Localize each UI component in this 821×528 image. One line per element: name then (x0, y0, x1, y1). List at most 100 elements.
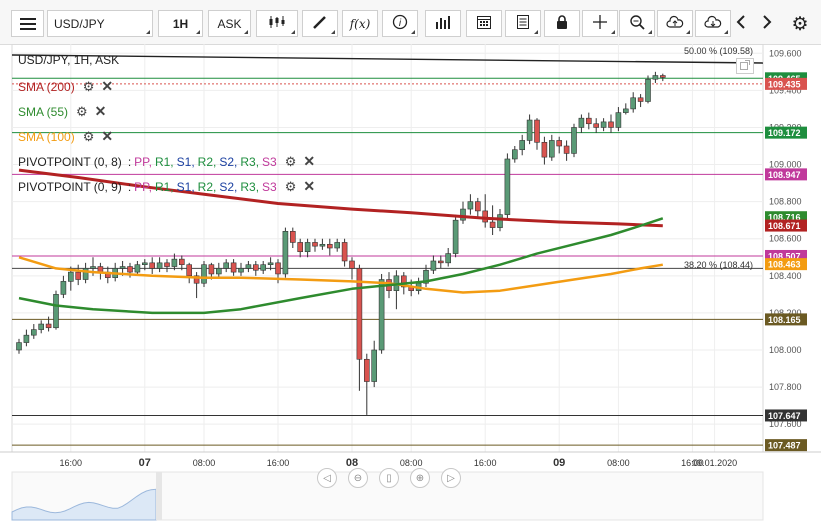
expand-button[interactable] (736, 58, 754, 74)
bull-candle (467, 201, 474, 210)
chart-area[interactable]: 109.600109.400109.200109.000108.800108.6… (0, 43, 821, 523)
crosshair-button[interactable] (582, 10, 618, 37)
menu-icon (19, 15, 36, 33)
settings-button[interactable]: ⚙ (789, 12, 811, 36)
bull-candle (430, 260, 437, 271)
bear-candle (75, 271, 81, 280)
bear-candle (534, 119, 540, 143)
pivot2-sep: : (127, 179, 132, 194)
reset-icon: ▯ (386, 472, 392, 484)
pivot2-r2: R2, (197, 179, 217, 194)
pivot1-sep: : (127, 154, 132, 169)
bear-candle (179, 258, 185, 265)
price-chart[interactable]: 109.600109.400109.200109.000108.800108.6… (0, 43, 821, 523)
pivot1-r3: R3, (240, 154, 260, 169)
chart-type-button[interactable] (256, 10, 298, 37)
scroll-left-button[interactable] (732, 12, 750, 36)
zoom-out-icon: ⊖ (353, 472, 363, 484)
bear-candle (164, 262, 170, 267)
gear-icon[interactable]: ⚙ (285, 154, 297, 170)
reset-view-button[interactable]: ▯ (379, 468, 399, 488)
bull-candle (497, 214, 503, 228)
bull-candle (53, 294, 59, 329)
bull-candle (519, 140, 526, 151)
bear-candle (637, 97, 644, 102)
chevron-left-icon (736, 14, 746, 35)
bull-candle (504, 158, 511, 215)
close-icon[interactable]: ✕ (101, 78, 113, 95)
upload-cloud-icon (666, 14, 684, 33)
bull-candle (578, 117, 585, 128)
function-icon: f(x) (349, 16, 371, 31)
timeframe-selector[interactable]: 1H (158, 10, 203, 37)
draw-tool-button[interactable] (302, 10, 338, 37)
zoom-in-button[interactable]: ⊕ (410, 468, 430, 488)
nav-prev-button[interactable]: ◁ (317, 468, 337, 488)
gear-icon[interactable]: ⚙ (83, 129, 95, 145)
scroll-right-button[interactable] (758, 12, 776, 36)
bear-candle (230, 262, 237, 273)
navigator-handle (156, 472, 162, 520)
chevron-right-icon (762, 14, 772, 35)
x-tick-label: 08:00 (607, 458, 630, 468)
bull-candle (171, 258, 178, 267)
bull-candle (23, 334, 30, 343)
bull-candle (304, 242, 311, 253)
load-cloud-button[interactable] (695, 10, 731, 37)
bull-candle (548, 140, 555, 158)
pivot2-name: PIVOTPOINT (0, 9) (18, 179, 122, 194)
pivot1-r1: R1, (154, 154, 174, 169)
bull-candle (216, 268, 222, 275)
price-tag-label: 108.165 (768, 315, 801, 325)
bear-candle (482, 210, 489, 223)
volume-button[interactable] (425, 10, 461, 37)
bull-candle (201, 264, 207, 284)
download-cloud-icon (704, 14, 722, 33)
y-tick-label: 107.800 (769, 382, 802, 392)
legend-pivot1[interactable]: PIVOTPOINT (0, 8) : PP, R1, S1, R2, S2, … (18, 153, 315, 170)
zoom-out-button[interactable]: ⊖ (348, 468, 368, 488)
bull-candle (119, 266, 126, 269)
zoom-in-icon: ⊕ (415, 472, 425, 484)
bull-candle (645, 78, 651, 102)
bear-candle (585, 117, 592, 125)
legend-sma100[interactable]: SMA (100) ⚙ ✕ (18, 128, 113, 145)
indicators-button[interactable]: f(x) (342, 10, 378, 37)
pivot1-name: PIVOTPOINT (0, 8) (18, 154, 122, 169)
close-icon[interactable]: ✕ (101, 128, 113, 145)
pivot2-pp: PP, (134, 179, 152, 194)
zoom-button[interactable] (619, 10, 655, 37)
bull-candle (30, 329, 37, 336)
save-cloud-button[interactable] (657, 10, 693, 37)
legend-sma55[interactable]: SMA (55) ⚙ ✕ (18, 103, 106, 120)
draw-pen-icon (312, 14, 328, 33)
price-type-selector[interactable]: ASK (208, 10, 251, 37)
bear-candle (556, 140, 563, 147)
bear-candle (541, 141, 548, 158)
gear-icon[interactable]: ⚙ (83, 79, 95, 95)
x-tick-label: 07 (139, 457, 151, 469)
close-icon[interactable]: ✕ (303, 178, 315, 195)
bull-candle (526, 119, 533, 141)
legend-pivot2[interactable]: PIVOTPOINT (0, 9) : PP, R1, S1, R2, S2, … (18, 178, 315, 195)
bear-candle (127, 266, 133, 273)
close-icon[interactable]: ✕ (303, 153, 315, 170)
triangle-right-icon: ▷ (447, 472, 455, 484)
bear-candle (186, 264, 192, 277)
bull-candle (134, 264, 141, 273)
fib-top-label: 50.00 % (109.58) (684, 46, 754, 56)
bull-candle (267, 262, 274, 265)
bear-candle (489, 221, 496, 228)
calendar-button[interactable] (466, 10, 502, 37)
symbol-selector[interactable]: USD/JPY (47, 10, 153, 37)
legend-sma200[interactable]: SMA (200) ⚙ ✕ (18, 78, 113, 95)
news-button[interactable] (505, 10, 541, 37)
bear-candle (349, 260, 355, 269)
nav-next-button[interactable]: ▷ (441, 468, 461, 488)
close-icon[interactable]: ✕ (95, 103, 107, 120)
lock-button[interactable] (544, 10, 580, 37)
info-button[interactable]: i (382, 10, 418, 37)
gear-icon[interactable]: ⚙ (285, 179, 297, 195)
menu-button[interactable] (11, 10, 44, 37)
gear-icon[interactable]: ⚙ (76, 104, 88, 120)
